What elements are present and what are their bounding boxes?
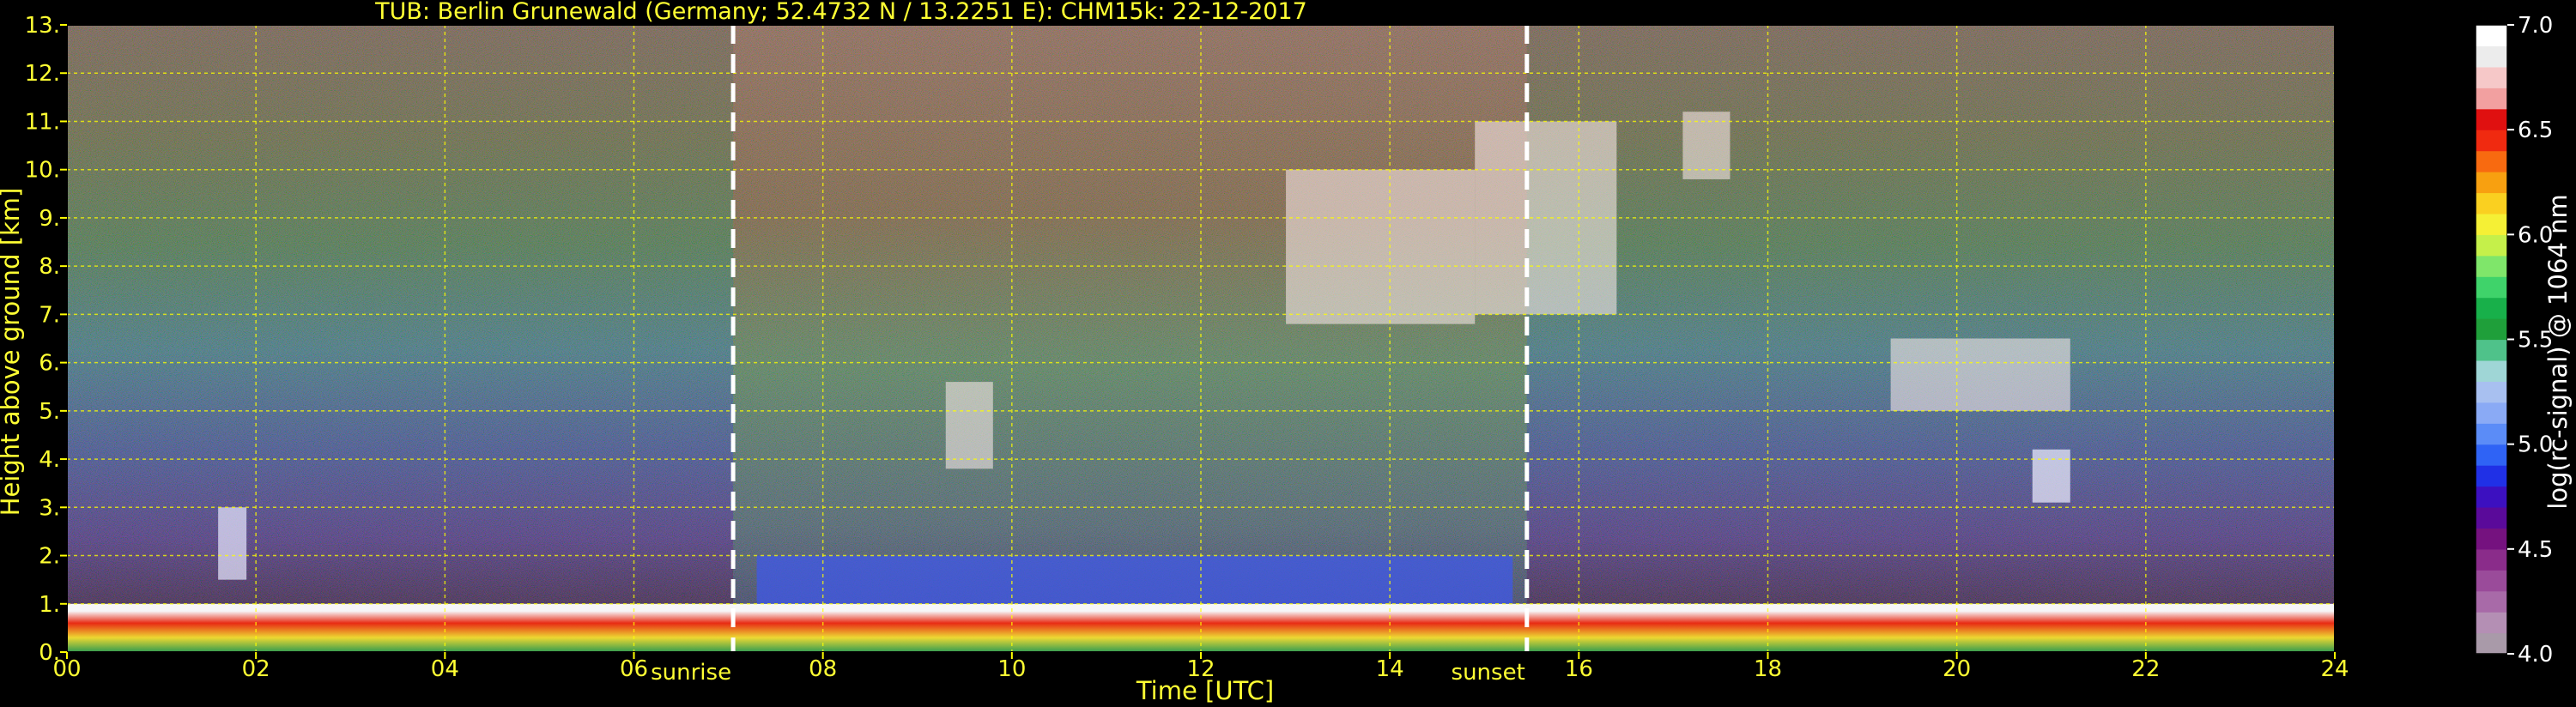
colorbar-swatch <box>2476 486 2507 508</box>
colorbar-swatch <box>2476 548 2507 571</box>
feature-cirrus-3 <box>945 382 993 469</box>
y-tick-label: 9. <box>39 206 60 232</box>
x-tick-label: 24 <box>2320 656 2349 682</box>
y-tick-label: 3. <box>39 495 60 521</box>
colorbar-swatch <box>2476 632 2507 655</box>
colorbar-tick-label: 4.0 <box>2518 642 2553 668</box>
x-tick-label: 08 <box>809 656 837 682</box>
feature-cloud-8 <box>2032 449 2070 503</box>
colorbar-swatch <box>2476 234 2507 257</box>
colorbar-swatch <box>2476 612 2507 634</box>
colorbar-swatch <box>2476 444 2507 466</box>
colorbar-swatch <box>2476 339 2507 361</box>
colorbar-swatch <box>2476 297 2507 319</box>
colorbar-swatch <box>2476 528 2507 550</box>
x-tick-label: 14 <box>1376 656 1404 682</box>
colorbar-swatch <box>2476 276 2507 299</box>
colorbar-swatch <box>2476 402 2507 424</box>
y-tick-label: 13. <box>25 13 60 39</box>
colorbar: 4.04.55.05.56.06.57.0 <box>2475 13 2553 668</box>
sunrise-label: sunrise <box>651 660 731 686</box>
colorbar-swatch <box>2476 150 2507 172</box>
y-tick-label: 0. <box>39 640 60 666</box>
colorbar-swatch <box>2476 465 2507 487</box>
colorbar-swatch <box>2476 570 2507 592</box>
colorbar-swatch <box>2476 192 2507 215</box>
y-tick-label: 7. <box>39 302 60 328</box>
colorbar-swatch <box>2476 506 2507 529</box>
feature-residual-layer-2 <box>756 555 1513 604</box>
colorbar-swatch <box>2476 318 2507 341</box>
y-tick-label: 10. <box>25 158 60 184</box>
x-tick-label: 10 <box>997 656 1026 682</box>
lidar-chart: sunrise sunset00 02 04 06 08 10 12 14 16 18 20 22 240… <box>0 0 2573 705</box>
chart-title: TUB: Berlin Grunewald (Germany; 52.4732 … <box>374 0 1307 25</box>
colorbar-swatch <box>2476 25 2507 47</box>
colorbar-swatch <box>2476 172 2507 194</box>
x-tick-label: 18 <box>1754 656 1782 682</box>
x-tick-label: 02 <box>242 656 270 682</box>
colorbar-swatch <box>2476 381 2507 403</box>
colorbar-swatch <box>2476 423 2507 445</box>
y-tick-label: 2. <box>39 544 60 570</box>
feature-cirrus-7 <box>1890 338 2070 411</box>
x-tick-label: 04 <box>431 656 459 682</box>
colorbar-tick-label: 6.5 <box>2518 118 2553 143</box>
colorbar-swatch <box>2476 360 2507 382</box>
colorbar-swatch <box>2476 255 2507 277</box>
y-tick-label: 1. <box>39 592 60 618</box>
x-tick-label: 16 <box>1565 656 1593 682</box>
colorbar-swatch <box>2476 45 2507 68</box>
colorbar-swatch <box>2476 66 2507 88</box>
x-axis-label: Time [UTC] <box>1136 676 1274 705</box>
x-tick-label: 06 <box>620 656 648 682</box>
colorbar-label: log(rc-signal) @ 1064 nm <box>2543 194 2573 509</box>
colorbar-swatch <box>2476 108 2507 130</box>
colorbar-tick-label: 7.0 <box>2518 13 2553 39</box>
colorbar-swatch <box>2476 590 2507 613</box>
y-tick-label: 11. <box>25 109 60 135</box>
y-tick-label: 12. <box>25 61 60 87</box>
x-tick-label: 22 <box>2131 656 2160 682</box>
colorbar-swatch <box>2476 130 2507 152</box>
feature-cirrus-4 <box>1286 169 1476 324</box>
y-tick-label: 5. <box>39 399 60 425</box>
x-tick-label: 20 <box>1943 656 1971 682</box>
feature-low-cloud-1 <box>218 507 247 580</box>
y-tick-label: 4. <box>39 447 60 473</box>
colorbar-swatch <box>2476 213 2507 235</box>
y-tick-label: 6. <box>39 351 60 377</box>
y-tick-label: 8. <box>39 254 60 280</box>
sunset-label: sunset <box>1452 660 1525 686</box>
colorbar-tick-label: 4.5 <box>2518 537 2553 563</box>
y-axis-label: Height above ground [km] <box>0 188 25 517</box>
colorbar-swatch <box>2476 88 2507 110</box>
plot-area <box>67 25 2335 652</box>
